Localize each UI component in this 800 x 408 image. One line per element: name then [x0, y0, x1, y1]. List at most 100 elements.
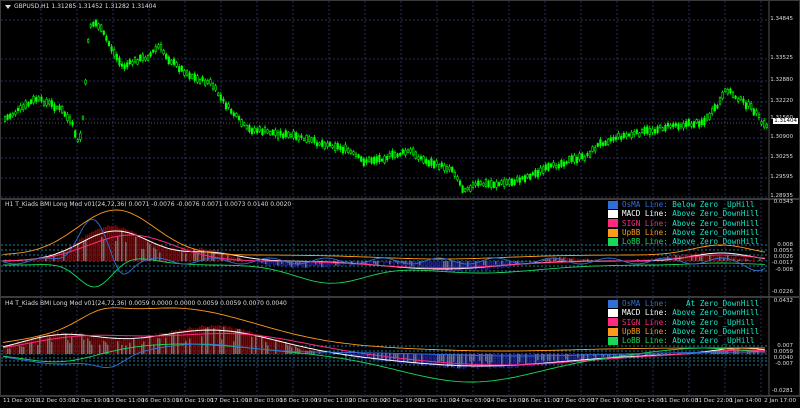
time-axis-label: 26 Dec 11:00 — [522, 398, 560, 404]
candlestick — [178, 64, 181, 75]
candlestick — [633, 129, 636, 138]
candlestick — [92, 21, 95, 28]
macd-histogram-bar — [657, 354, 659, 355]
macd-histogram-bar — [81, 336, 83, 354]
candlestick — [230, 107, 233, 115]
candlestick — [22, 102, 25, 112]
macd-histogram-bar — [157, 338, 159, 354]
candlestick — [396, 152, 399, 158]
macd-histogram-bar — [639, 354, 641, 355]
osma-histogram-bar — [371, 261, 373, 264]
price-axis-label: 1.30900 — [770, 134, 793, 140]
candlestick — [74, 129, 77, 139]
osma-histogram-bar — [455, 354, 457, 367]
candlestick — [419, 154, 423, 162]
osma-histogram-bar — [157, 244, 159, 261]
macd-histogram-bar — [103, 239, 105, 261]
candlestick — [120, 61, 124, 70]
time-axis-label: 31 Dec 22:00 — [695, 398, 733, 404]
macd-histogram-bar — [159, 338, 161, 354]
osma-histogram-bar — [379, 354, 381, 362]
price-chart[interactable] — [1, 1, 800, 201]
osma-histogram-bar — [533, 260, 535, 261]
legend-swatch — [608, 219, 618, 228]
time-axis-label: 27 Dec 03:00 — [556, 398, 595, 404]
osma-histogram-bar — [233, 256, 235, 261]
price-axis-label: 1.30255 — [770, 154, 793, 160]
macd-histogram-bar — [517, 354, 519, 365]
osma-histogram-bar — [127, 339, 129, 354]
current-price-tag: 1.31404 — [773, 118, 798, 124]
candlestick — [622, 131, 625, 140]
legend-line-name: UpBB Line: — [622, 227, 673, 237]
osma-histogram-bar — [283, 343, 285, 354]
candlestick — [32, 94, 35, 105]
candlestick — [492, 181, 495, 189]
macd-histogram-bar — [541, 354, 543, 361]
candlestick — [412, 146, 415, 157]
macd-histogram-bar — [221, 253, 223, 261]
legend-entry: LoBB Line: Above Zero _UpHill — [608, 336, 759, 345]
legend-line-name: OsMA Line: — [622, 299, 673, 308]
osma-histogram-bar — [217, 250, 219, 261]
candlestick — [386, 154, 389, 163]
osma-histogram-bar — [193, 328, 195, 354]
candlestick — [97, 22, 100, 31]
macd-histogram-bar — [415, 354, 417, 363]
candlestick — [19, 102, 22, 113]
candlestick — [274, 127, 277, 139]
osma-histogram-bar — [27, 339, 29, 354]
legend-swatch — [608, 228, 618, 237]
legend-entry: SIGN Line: Above Zero _UpHill — [608, 318, 759, 327]
candlestick — [53, 102, 56, 114]
macd-histogram-bar — [553, 258, 555, 261]
candlestick — [399, 151, 402, 157]
time-axis-label: 24 Dec 03:00 — [452, 398, 491, 404]
macd-histogram-bar — [77, 243, 79, 261]
macd-histogram-bar — [65, 333, 67, 354]
candlestick — [367, 155, 371, 163]
candlestick — [217, 91, 220, 97]
macd-histogram-bar — [393, 354, 395, 360]
legend-entry: LoBB Line: Above Zero_DownHill — [608, 237, 759, 246]
legend-swatch — [608, 336, 618, 345]
candlestick — [640, 127, 644, 134]
osma-histogram-bar — [385, 261, 387, 264]
osma-histogram-bar — [137, 236, 139, 261]
osma-histogram-bar — [379, 261, 381, 263]
macd-histogram-bar — [285, 341, 287, 354]
macd-histogram-bar — [545, 259, 547, 261]
osma-histogram-bar — [365, 354, 367, 360]
candlestick — [42, 99, 46, 108]
macd-histogram-bar — [181, 252, 183, 261]
candlestick — [440, 160, 443, 169]
price-chart-pane[interactable]: GBPUSD,H1 1.31285 1.31452 1.31282 1.3140… — [0, 0, 800, 201]
candlestick — [601, 140, 605, 148]
candlestick — [222, 96, 225, 104]
macd-histogram-bar — [587, 259, 589, 261]
macd-histogram-bar — [537, 354, 539, 361]
candlestick — [326, 140, 329, 150]
macd-histogram-bar — [129, 342, 131, 354]
osma-histogram-bar — [155, 333, 157, 354]
candlestick — [16, 105, 20, 114]
macd-histogram-bar — [549, 258, 551, 261]
osma-histogram-bar — [167, 333, 169, 354]
candlestick — [653, 127, 657, 136]
legend-line-name: LoBB Line: — [622, 237, 673, 247]
candlestick — [578, 151, 581, 162]
candlestick — [159, 41, 163, 53]
candlestick — [666, 120, 670, 129]
candlestick — [479, 179, 482, 187]
osma-histogram-bar — [735, 256, 737, 261]
osma-histogram-bar — [133, 232, 135, 261]
candlestick — [105, 34, 108, 43]
osma-histogram-bar — [267, 261, 269, 266]
candlestick — [380, 157, 384, 163]
osma-histogram-bar — [191, 328, 193, 354]
indicator-axis-label: -0.0226 — [771, 289, 793, 295]
osma-histogram-bar — [181, 330, 183, 354]
osma-histogram-bar — [177, 249, 179, 261]
candlestick — [68, 114, 72, 126]
legend-line-name: SIGN Line: — [622, 218, 673, 228]
